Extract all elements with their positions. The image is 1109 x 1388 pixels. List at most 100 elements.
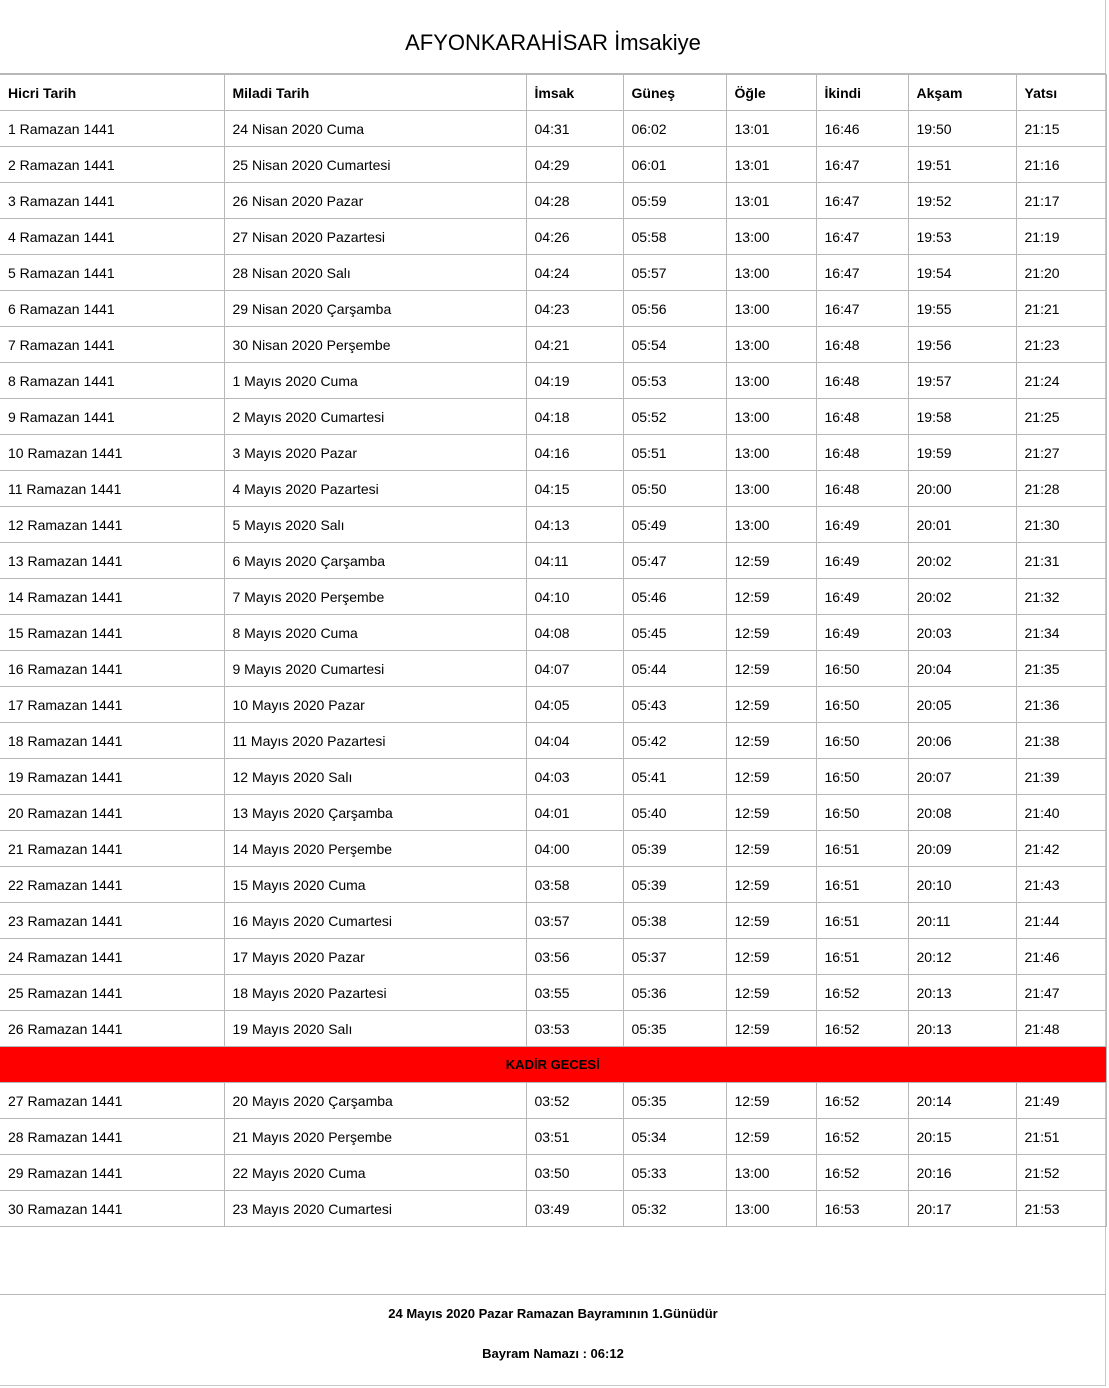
- imsak-time: 04:24: [525, 254, 624, 291]
- table-row: 1 Ramazan 1441 24 Nisan 2020 Cuma 04:31 06:…: [0, 110, 1107, 147]
- gunes-time: 05:47: [622, 542, 727, 579]
- ogle-time: 12:59: [725, 938, 817, 975]
- hicri-date: 15 Ramazan 1441: [0, 614, 225, 651]
- yatsi-time: 21:52: [1015, 1154, 1107, 1191]
- miladi-date: 9 Mayıs 2020 Cumartesi: [223, 650, 527, 687]
- gunes-time: 05:40: [622, 794, 727, 831]
- imsak-time: 03:55: [525, 974, 624, 1011]
- table-row: 7 Ramazan 1441 30 Nisan 2020 Perşembe 04:2…: [0, 326, 1107, 363]
- gunes-time: 05:42: [622, 722, 727, 759]
- kadir-gecesi-label: KADİR GECESİ: [0, 1046, 1107, 1083]
- hicri-date: 10 Ramazan 1441: [0, 434, 225, 471]
- table-row: 30 Ramazan 1441 23 Mayıs 2020 Cumartesi 03…: [0, 1190, 1107, 1227]
- imsak-time: 03:49: [525, 1190, 624, 1227]
- miladi-date: 21 Mayıs 2020 Perşembe: [223, 1118, 527, 1155]
- ikindi-time: 16:47: [815, 218, 909, 255]
- hicri-date: 23 Ramazan 1441: [0, 902, 225, 939]
- yatsi-time: 21:25: [1015, 398, 1107, 435]
- gunes-time: 05:32: [622, 1190, 727, 1227]
- yatsi-time: 21:21: [1015, 290, 1107, 327]
- yatsi-time: 21:48: [1015, 1010, 1107, 1047]
- aksam-time: 19:50: [907, 110, 1017, 147]
- imsak-time: 04:04: [525, 722, 624, 759]
- imsak-time: 04:26: [525, 218, 624, 255]
- yatsi-time: 21:53: [1015, 1190, 1107, 1227]
- ogle-time: 13:01: [725, 110, 817, 147]
- gunes-time: 05:44: [622, 650, 727, 687]
- imsak-time: 03:50: [525, 1154, 624, 1191]
- miladi-date: 19 Mayıs 2020 Salı: [223, 1010, 527, 1047]
- yatsi-time: 21:44: [1015, 902, 1107, 939]
- hicri-date: 2 Ramazan 1441: [0, 146, 225, 183]
- gunes-time: 05:35: [622, 1010, 727, 1047]
- gunes-time: 05:52: [622, 398, 727, 435]
- yatsi-time: 21:34: [1015, 614, 1107, 651]
- miladi-date: 13 Mayıs 2020 Çarşamba: [223, 794, 527, 831]
- imsak-time: 04:08: [525, 614, 624, 651]
- ogle-time: 13:01: [725, 146, 817, 183]
- ikindi-time: 16:51: [815, 866, 909, 903]
- miladi-date: 11 Mayıs 2020 Pazartesi: [223, 722, 527, 759]
- imsak-time: 04:16: [525, 434, 624, 471]
- miladi-date: 23 Mayıs 2020 Cumartesi: [223, 1190, 527, 1227]
- ikindi-time: 16:50: [815, 722, 909, 759]
- table-row: 14 Ramazan 1441 7 Mayıs 2020 Perşembe 04:1…: [0, 578, 1107, 615]
- hicri-date: 22 Ramazan 1441: [0, 866, 225, 903]
- hicri-date: 25 Ramazan 1441: [0, 974, 225, 1011]
- table-row: 20 Ramazan 1441 13 Mayıs 2020 Çarşamba 04:…: [0, 794, 1107, 831]
- gunes-time: 05:39: [622, 866, 727, 903]
- yatsi-time: 21:31: [1015, 542, 1107, 579]
- imsak-time: 03:52: [525, 1082, 624, 1119]
- table-row: 2 Ramazan 1441 25 Nisan 2020 Cumartesi 04:…: [0, 146, 1107, 183]
- yatsi-time: 21:38: [1015, 722, 1107, 759]
- miladi-date: 1 Mayıs 2020 Cuma: [223, 362, 527, 399]
- hicri-date: 30 Ramazan 1441: [0, 1190, 225, 1227]
- miladi-date: 18 Mayıs 2020 Pazartesi: [223, 974, 527, 1011]
- gunes-time: 05:36: [622, 974, 727, 1011]
- yatsi-time: 21:51: [1015, 1118, 1107, 1155]
- table-row: 5 Ramazan 1441 28 Nisan 2020 Salı 04:24 05:…: [0, 254, 1107, 291]
- ogle-time: 12:59: [725, 902, 817, 939]
- yatsi-time: 21:16: [1015, 146, 1107, 183]
- yatsi-time: 21:15: [1015, 110, 1107, 147]
- miladi-date: 17 Mayıs 2020 Pazar: [223, 938, 527, 975]
- miladi-date: 30 Nisan 2020 Perşembe: [223, 326, 527, 363]
- kadir-gecesi-row: KADİR GECESİ: [0, 1046, 1107, 1083]
- imsak-time: 04:13: [525, 506, 624, 543]
- ikindi-time: 16:47: [815, 254, 909, 291]
- col-header-imsak: İmsak: [525, 74, 624, 111]
- ikindi-time: 16:50: [815, 758, 909, 795]
- imsak-time: 03:51: [525, 1118, 624, 1155]
- aksam-time: 19:53: [907, 218, 1017, 255]
- yatsi-time: 21:42: [1015, 830, 1107, 867]
- miladi-date: 28 Nisan 2020 Salı: [223, 254, 527, 291]
- hicri-date: 28 Ramazan 1441: [0, 1118, 225, 1155]
- hicri-date: 3 Ramazan 1441: [0, 182, 225, 219]
- gunes-time: 05:53: [622, 362, 727, 399]
- gunes-time: 05:57: [622, 254, 727, 291]
- ikindi-time: 16:49: [815, 578, 909, 615]
- table-row: 28 Ramazan 1441 21 Mayıs 2020 Perşembe 03:…: [0, 1118, 1107, 1155]
- ogle-time: 13:00: [725, 434, 817, 471]
- ogle-time: 12:59: [725, 686, 817, 723]
- hicri-date: 13 Ramazan 1441: [0, 542, 225, 579]
- aksam-time: 19:52: [907, 182, 1017, 219]
- aksam-time: 20:13: [907, 974, 1017, 1011]
- miladi-date: 10 Mayıs 2020 Pazar: [223, 686, 527, 723]
- miladi-date: 24 Nisan 2020 Cuma: [223, 110, 527, 147]
- yatsi-time: 21:47: [1015, 974, 1107, 1011]
- ikindi-time: 16:48: [815, 470, 909, 507]
- bayram-note: 24 Mayıs 2020 Pazar Ramazan Bayramının 1…: [388, 1306, 718, 1321]
- table-row: 27 Ramazan 1441 20 Mayıs 2020 Çarşamba 03:…: [0, 1082, 1107, 1119]
- ikindi-time: 16:52: [815, 1118, 909, 1155]
- yatsi-time: 21:20: [1015, 254, 1107, 291]
- gunes-time: 05:43: [622, 686, 727, 723]
- gunes-time: 05:45: [622, 614, 727, 651]
- miladi-date: 6 Mayıs 2020 Çarşamba: [223, 542, 527, 579]
- gunes-time: 05:35: [622, 1082, 727, 1119]
- table-row: 17 Ramazan 1441 10 Mayıs 2020 Pazar 04:05 0…: [0, 686, 1107, 723]
- col-header-gunes: Güneş: [622, 74, 727, 111]
- ogle-time: 13:00: [725, 470, 817, 507]
- ikindi-time: 16:52: [815, 1082, 909, 1119]
- aksam-time: 19:59: [907, 434, 1017, 471]
